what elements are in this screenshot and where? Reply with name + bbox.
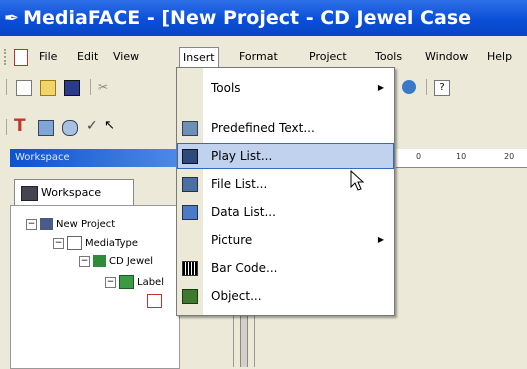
rectangle-tool-icon[interactable] <box>38 120 54 136</box>
menu-item-object[interactable]: Object... <box>177 283 394 309</box>
document-icon[interactable] <box>14 49 28 66</box>
submenu-arrow-icon: ▶ <box>377 235 384 244</box>
save-icon[interactable] <box>64 80 80 96</box>
ruler-tick: 20 <box>504 152 515 161</box>
submenu-arrow-icon: ▶ <box>377 83 384 92</box>
menu-item-predefined-text[interactable]: Predefined Text... <box>177 115 394 141</box>
menu-item-play-list[interactable]: Play List... <box>177 143 394 169</box>
menu-item-label: Predefined Text... <box>211 121 315 135</box>
toolbar-separator <box>426 79 427 95</box>
playlist-icon <box>182 149 198 164</box>
collapse-icon[interactable]: − <box>26 218 37 230</box>
datalist-icon <box>182 205 198 220</box>
ellipse-tool-icon[interactable] <box>62 120 78 136</box>
tree-node-label[interactable]: − Label <box>105 275 164 290</box>
open-icon[interactable] <box>40 80 56 96</box>
ruler-tick: 10 <box>456 152 467 161</box>
menu-bar: File Edit View Insert Format Project Too… <box>0 46 527 68</box>
tree-node-child[interactable] <box>147 294 165 309</box>
menu-item-label: File List... <box>211 177 268 191</box>
tree-label: MediaType <box>85 238 139 249</box>
pointer-tool-icon[interactable]: ↖ <box>104 118 118 133</box>
menu-format[interactable]: Format <box>236 46 281 68</box>
menu-edit[interactable]: Edit <box>74 46 101 68</box>
menu-view[interactable]: View <box>110 46 142 68</box>
tree-label: CD Jewel <box>109 256 154 267</box>
line-tool-icon[interactable]: ✓ <box>86 118 100 134</box>
menu-item-label: Picture <box>211 233 253 247</box>
window-title: MediaFACE - [New Project - CD Jewel Case <box>23 7 472 29</box>
menu-item-label: Object... <box>211 289 262 303</box>
workspace-icon <box>21 186 38 201</box>
collapse-icon[interactable]: − <box>53 237 64 249</box>
cd-jewel-icon <box>93 255 106 267</box>
workspace-header: Workspace <box>10 149 180 167</box>
tab-workspace[interactable]: Workspace <box>14 179 134 206</box>
color-icon[interactable] <box>402 80 416 94</box>
ruler-tick: 0 <box>416 152 422 161</box>
tree-label: Label <box>137 277 164 288</box>
menu-window[interactable]: Window <box>422 46 471 68</box>
mediaface-icon: ✒ <box>4 8 20 29</box>
text-icon <box>182 121 198 136</box>
menu-item-tools[interactable]: Tools ▶ <box>177 75 394 101</box>
title-bar: ✒ MediaFACE - [New Project - CD Jewel Cas… <box>0 0 527 36</box>
menu-item-label: Bar Code... <box>211 261 278 275</box>
menu-item-data-list[interactable]: Data List... <box>177 199 394 225</box>
tab-workspace-label: Workspace <box>41 186 102 199</box>
help-icon[interactable]: ? <box>434 80 450 96</box>
object-icon <box>182 289 198 304</box>
filelist-icon <box>182 177 198 192</box>
mouse-cursor-icon <box>350 170 365 191</box>
menu-item-label: Play List... <box>211 149 273 163</box>
menubar-grip[interactable] <box>4 49 9 65</box>
tree-node-cd-jewel[interactable]: − CD Jewel <box>79 255 153 269</box>
collapse-icon[interactable]: − <box>79 255 90 267</box>
document-icon <box>147 294 162 308</box>
toolbar-separator <box>90 79 91 95</box>
menu-tools[interactable]: Tools <box>372 46 405 68</box>
toolbar-grip <box>6 119 7 135</box>
menu-item-label: Data List... <box>211 205 276 219</box>
barcode-icon <box>182 261 198 276</box>
mediatype-icon <box>67 236 82 250</box>
menu-file[interactable]: File <box>36 46 60 68</box>
project-icon <box>40 218 53 230</box>
menu-help[interactable]: Help <box>484 46 515 68</box>
collapse-icon[interactable]: − <box>105 276 116 288</box>
new-icon[interactable] <box>16 80 32 96</box>
tree-node-project[interactable]: − New Project <box>26 218 115 232</box>
menu-item-label: Tools <box>211 81 241 95</box>
menu-project[interactable]: Project <box>306 46 350 68</box>
cut-icon[interactable]: ✂ <box>98 80 112 94</box>
toolbar-grip <box>6 79 7 95</box>
project-tree: − New Project − MediaType − CD Jewel − Label <box>10 205 180 369</box>
tree-label: New Project <box>56 219 116 230</box>
menu-item-bar-code[interactable]: Bar Code... <box>177 255 394 281</box>
menu-item-picture[interactable]: Picture ▶ <box>177 227 394 253</box>
tree-node-mediatype[interactable]: − MediaType <box>53 236 138 251</box>
ruler: 0 10 20 <box>396 149 527 168</box>
label-icon <box>119 275 134 289</box>
menu-insert[interactable]: Insert <box>179 47 219 68</box>
text-tool-icon[interactable]: T <box>14 118 30 135</box>
